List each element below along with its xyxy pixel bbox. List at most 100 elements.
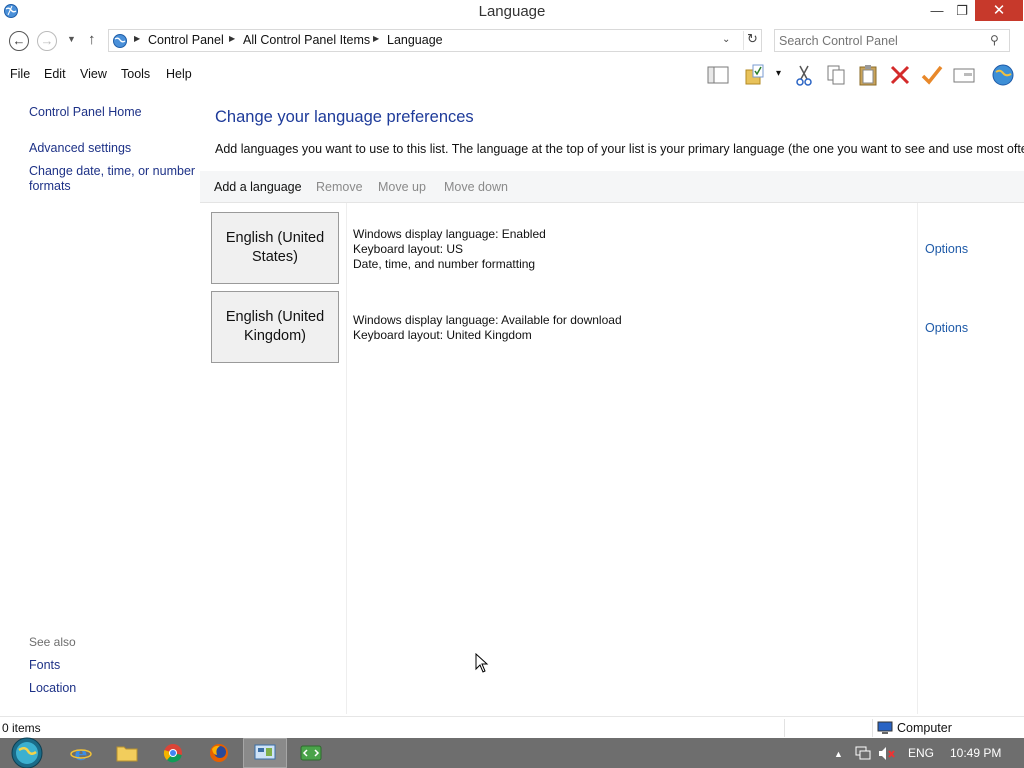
language-tile[interactable]: English (United Kingdom): [211, 291, 339, 363]
title-bar: Language — ❐ ✕: [0, 0, 1024, 24]
menu-edit[interactable]: Edit: [44, 67, 66, 81]
language-name-line1: English (United: [225, 309, 325, 325]
remove-button[interactable]: Remove: [316, 180, 363, 194]
window-title: Language: [478, 3, 546, 20]
breadcrumb-separator[interactable]: ▶: [229, 34, 235, 43]
change-date-time-link[interactable]: Change date, time, or number formats: [29, 164, 195, 194]
up-button[interactable]: ↑: [88, 31, 96, 48]
search-input[interactable]: [779, 32, 979, 49]
control-panel-home-link[interactable]: Control Panel Home: [29, 105, 142, 120]
navigation-bar: ← → ▼ ↑ ▶ Control Panel ▶ All Control Pa…: [0, 24, 1024, 58]
menu-view[interactable]: View: [80, 67, 107, 81]
breadcrumb-separator[interactable]: ▶: [373, 34, 379, 43]
breadcrumb-all-items[interactable]: All Control Panel Items: [243, 33, 370, 47]
move-down-button[interactable]: Move down: [444, 180, 508, 194]
language-command-bar: Add a language Remove Move up Move down: [200, 171, 1024, 203]
main-content: Change your language preferences Add lan…: [200, 90, 1024, 714]
status-bar: 0 items Computer: [0, 716, 1024, 738]
page-title: Change your language preferences: [215, 108, 474, 126]
paste-icon[interactable]: [856, 63, 880, 87]
menu-tools[interactable]: Tools: [121, 67, 150, 81]
taskbar-app[interactable]: [151, 738, 195, 768]
navigation-pane: Control Panel Home Advanced settings Cha…: [0, 90, 200, 714]
search-box[interactable]: ⚲: [774, 29, 1010, 52]
clock[interactable]: 10:49 PM: [950, 746, 1001, 760]
breadcrumb-separator[interactable]: ▶: [134, 34, 140, 43]
display-language-status: Windows display language: Available for …: [353, 313, 622, 327]
taskbar-app[interactable]: [197, 738, 241, 768]
language-name-line1: English (United: [225, 230, 325, 246]
control-panel-icon: [254, 744, 276, 760]
add-language-button[interactable]: Add a language: [214, 180, 302, 194]
address-dropdown-icon[interactable]: ⌄: [722, 34, 730, 45]
language-name-line2: States): [252, 249, 298, 265]
network-icon[interactable]: [855, 746, 871, 761]
keyboard-layout: Keyboard layout: US: [353, 242, 464, 256]
cut-icon[interactable]: [792, 63, 816, 87]
language-details: Windows display language: Enabled Keyboa…: [353, 227, 546, 272]
computer-icon: [877, 721, 893, 734]
language-details: Windows display language: Available for …: [353, 313, 622, 343]
breadcrumb-language[interactable]: Language: [387, 33, 443, 47]
remote-desktop-icon: [300, 745, 322, 761]
show-hidden-icons-button[interactable]: ▲: [834, 749, 843, 759]
menu-bar: File Edit View Tools Help ▾: [0, 58, 1024, 90]
change-date-time-link-line1: Change date, time, or number: [29, 164, 196, 178]
item-count: 0 items: [2, 721, 41, 735]
search-icon[interactable]: ⚲: [990, 33, 999, 47]
status-divider: [784, 719, 785, 737]
status-location: Computer: [897, 721, 952, 735]
copy-icon[interactable]: [824, 63, 848, 87]
svg-text:e: e: [75, 742, 88, 764]
volume-muted-icon[interactable]: [878, 746, 896, 761]
location-link[interactable]: Location: [29, 681, 76, 696]
move-up-button[interactable]: Move up: [378, 180, 426, 194]
breadcrumb-control-panel[interactable]: Control Panel: [148, 33, 224, 47]
page-description: Add languages you want to use to this li…: [215, 142, 1024, 156]
maximize-button[interactable]: ❐: [950, 0, 974, 21]
formatting-info: Date, time, and number formatting: [353, 257, 536, 271]
taskbar: e ▲ ENG 10:49 PM: [0, 737, 1024, 768]
fonts-link[interactable]: Fonts: [29, 658, 60, 673]
internet-explorer-icon: e: [70, 742, 92, 764]
language-tile[interactable]: English (United States): [211, 212, 339, 284]
toolbar-dropdown-icon[interactable]: ▾: [776, 68, 781, 79]
globe-icon[interactable]: [991, 63, 1015, 87]
checkmark-icon[interactable]: [920, 63, 944, 87]
chrome-icon: [163, 744, 182, 763]
minimize-button[interactable]: —: [925, 0, 949, 21]
mouse-cursor-icon: [475, 653, 489, 673]
recent-locations-button[interactable]: ▼: [67, 34, 76, 44]
refresh-button[interactable]: ↻: [743, 31, 761, 50]
firefox-icon: [210, 744, 228, 762]
forward-button[interactable]: →: [37, 31, 57, 51]
advanced-settings-link[interactable]: Advanced settings: [29, 141, 131, 156]
properties-icon[interactable]: [952, 63, 976, 87]
taskbar-app[interactable]: [105, 738, 149, 768]
language-name-line2: Kingdom): [243, 328, 307, 344]
taskbar-app[interactable]: e: [59, 738, 103, 768]
layout-pane-icon[interactable]: [706, 63, 730, 87]
list-column-divider: [917, 203, 918, 714]
change-date-time-link-line2: formats: [29, 179, 71, 193]
control-panel-icon: [113, 34, 127, 48]
input-language-indicator[interactable]: ENG: [908, 746, 934, 760]
delete-icon[interactable]: [888, 63, 912, 87]
back-button[interactable]: ←: [9, 31, 29, 51]
options-link[interactable]: Options: [925, 321, 968, 335]
folder-checkmark-icon[interactable]: [744, 63, 768, 87]
taskbar-app[interactable]: [243, 738, 287, 768]
display-language-status: Windows display language: Enabled: [353, 227, 546, 241]
status-divider: [872, 719, 873, 737]
see-also-label: See also: [29, 635, 76, 649]
address-field[interactable]: ▶ Control Panel ▶ All Control Panel Item…: [108, 29, 762, 52]
file-explorer-icon: [116, 746, 138, 762]
close-button[interactable]: ✕: [975, 0, 1023, 21]
list-column-divider: [346, 203, 347, 714]
keyboard-layout: Keyboard layout: United Kingdom: [353, 328, 532, 342]
menu-file[interactable]: File: [10, 67, 30, 81]
menu-help[interactable]: Help: [166, 67, 192, 81]
options-link[interactable]: Options: [925, 242, 968, 256]
taskbar-app[interactable]: [289, 738, 333, 768]
start-button-icon[interactable]: [9, 737, 45, 768]
